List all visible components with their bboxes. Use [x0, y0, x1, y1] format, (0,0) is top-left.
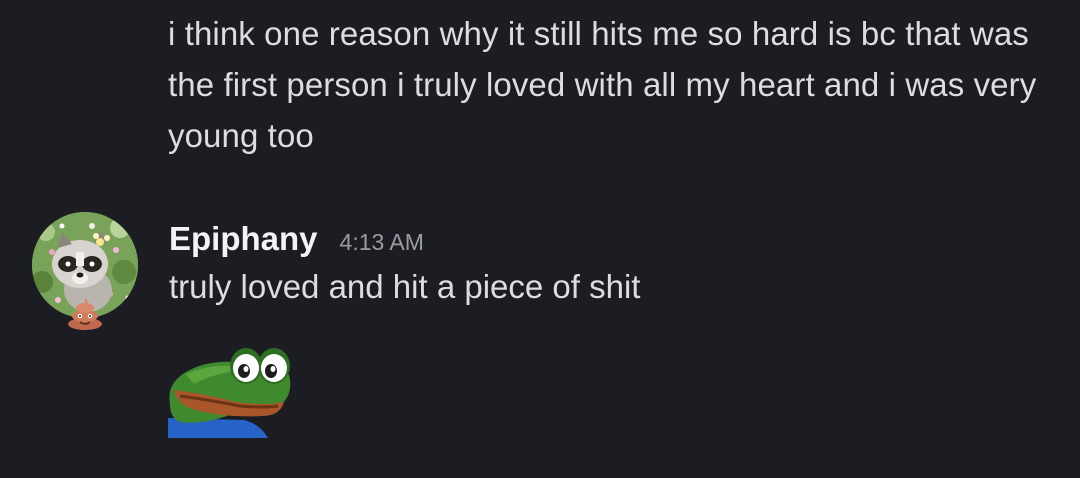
poop-emoji-icon: [66, 296, 104, 330]
message-timestamp: 4:13 AM: [339, 229, 424, 255]
chat-message-list: i think one reason why it still hits me …: [0, 0, 1080, 478]
previous-message-text: i think one reason why it still hits me …: [168, 15, 1037, 154]
message-header: Epiphany 4:13 AM: [169, 220, 424, 260]
pepe-frog-peek-sticker[interactable]: [166, 344, 296, 440]
username[interactable]: Epiphany: [169, 220, 318, 258]
message-text: truly loved and hit a piece of shit: [169, 268, 641, 305]
chat-message: Epiphany 4:13 AM truly loved and hit a p…: [0, 208, 1080, 458]
user-avatar[interactable]: [32, 212, 138, 332]
